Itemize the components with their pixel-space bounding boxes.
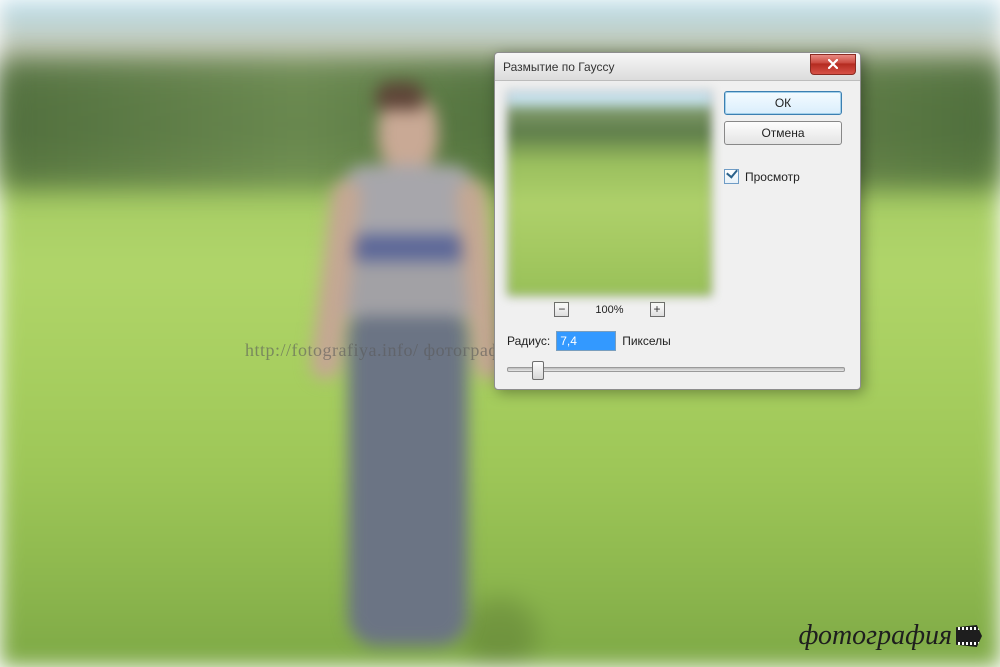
preview-checkbox[interactable] xyxy=(724,169,739,184)
close-icon xyxy=(828,59,838,69)
film-icon xyxy=(956,625,982,647)
cancel-button[interactable]: Отмена xyxy=(724,121,842,145)
preview-image[interactable] xyxy=(507,91,712,296)
slider-track xyxy=(507,367,845,372)
zoom-in-button[interactable]: + xyxy=(650,302,665,317)
background-person xyxy=(318,90,498,650)
radius-unit: Пикселы xyxy=(622,334,671,348)
plus-icon: + xyxy=(654,305,661,313)
ok-button[interactable]: ОК xyxy=(724,91,842,115)
zoom-controls: − 100% + xyxy=(507,302,712,317)
side-controls: ОК Отмена Просмотр xyxy=(724,91,842,184)
zoom-out-button[interactable]: − xyxy=(554,302,569,317)
preview-checkbox-row: Просмотр xyxy=(724,169,842,184)
dialog-titlebar[interactable]: Размытие по Гауссу xyxy=(495,53,860,81)
radius-slider[interactable] xyxy=(507,359,845,377)
close-button[interactable] xyxy=(810,54,856,75)
minus-icon: − xyxy=(558,305,565,313)
watermark-logo-text: фотография xyxy=(798,620,952,652)
dialog-body: − 100% + ОК Отмена Просмотр Радиус: Пикс… xyxy=(495,81,860,389)
preview-checkbox-label: Просмотр xyxy=(745,170,800,184)
radius-row: Радиус: Пикселы xyxy=(507,331,848,351)
radius-label: Радиус: xyxy=(507,334,550,348)
gaussian-blur-dialog: Размытие по Гауссу − 100% + ОК Отмена Пр… xyxy=(494,52,861,390)
preview-area: − 100% + ОК Отмена Просмотр xyxy=(507,91,848,317)
radius-input[interactable] xyxy=(556,331,616,351)
watermark-logo: фотография xyxy=(798,620,982,652)
slider-thumb[interactable] xyxy=(532,361,544,380)
dialog-title: Размытие по Гауссу xyxy=(503,60,810,74)
zoom-value: 100% xyxy=(595,304,623,316)
